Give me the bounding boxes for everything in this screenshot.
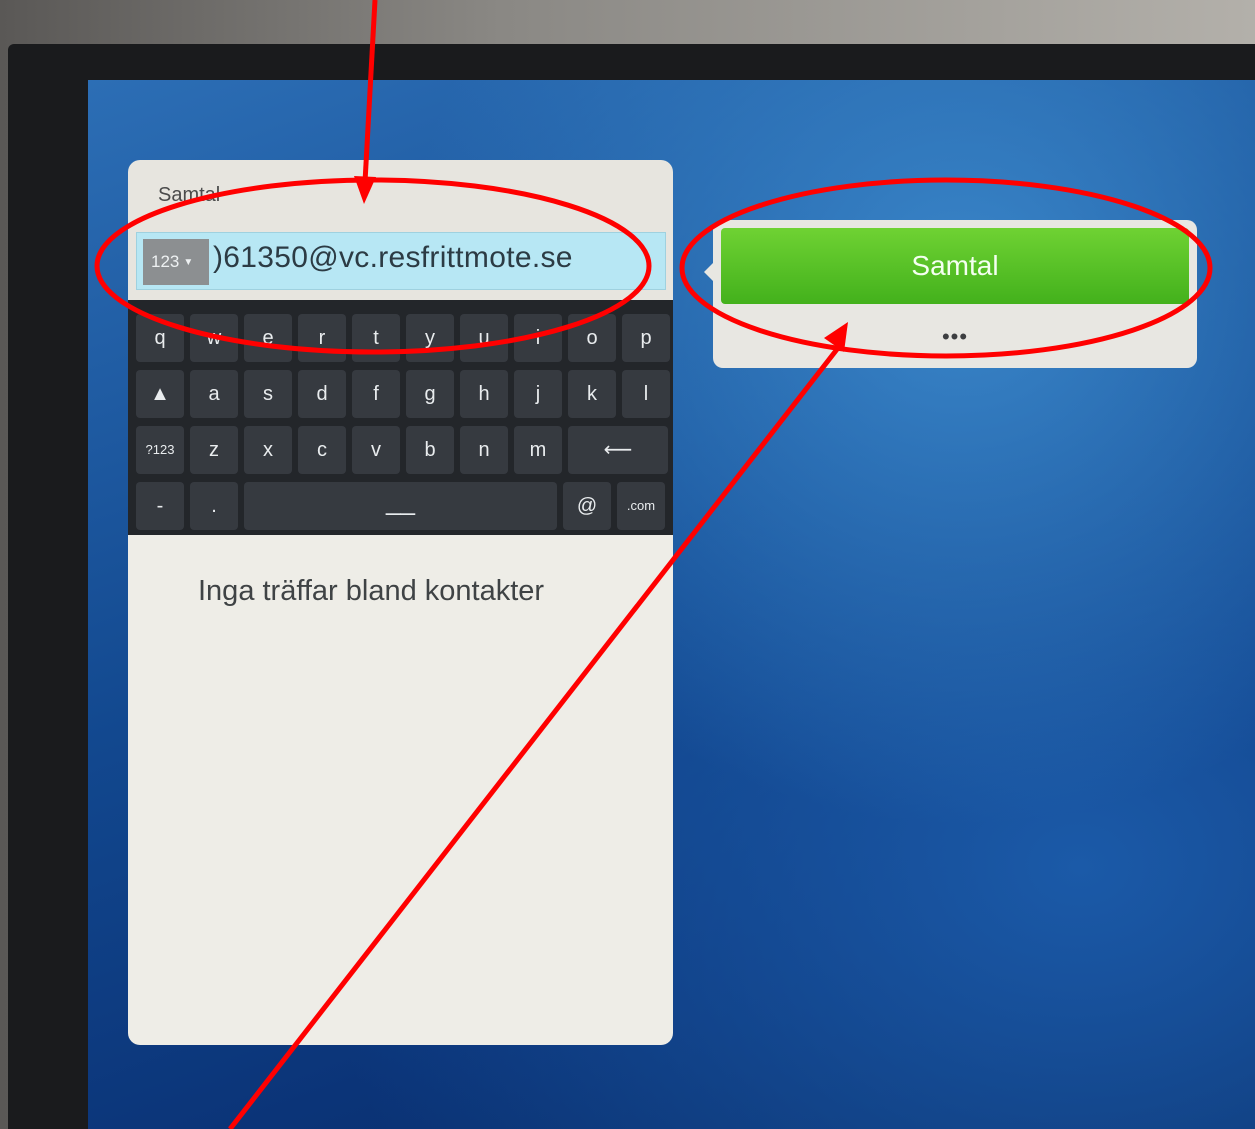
annotation-overlay [94, 0, 1213, 1129]
annotation-arrow-bottom-line [228, 346, 840, 1129]
annotation-ellipse-input [94, 177, 652, 355]
annotation-arrow-top-line [362, 0, 378, 183]
annotation-ellipse-call [679, 177, 1213, 359]
